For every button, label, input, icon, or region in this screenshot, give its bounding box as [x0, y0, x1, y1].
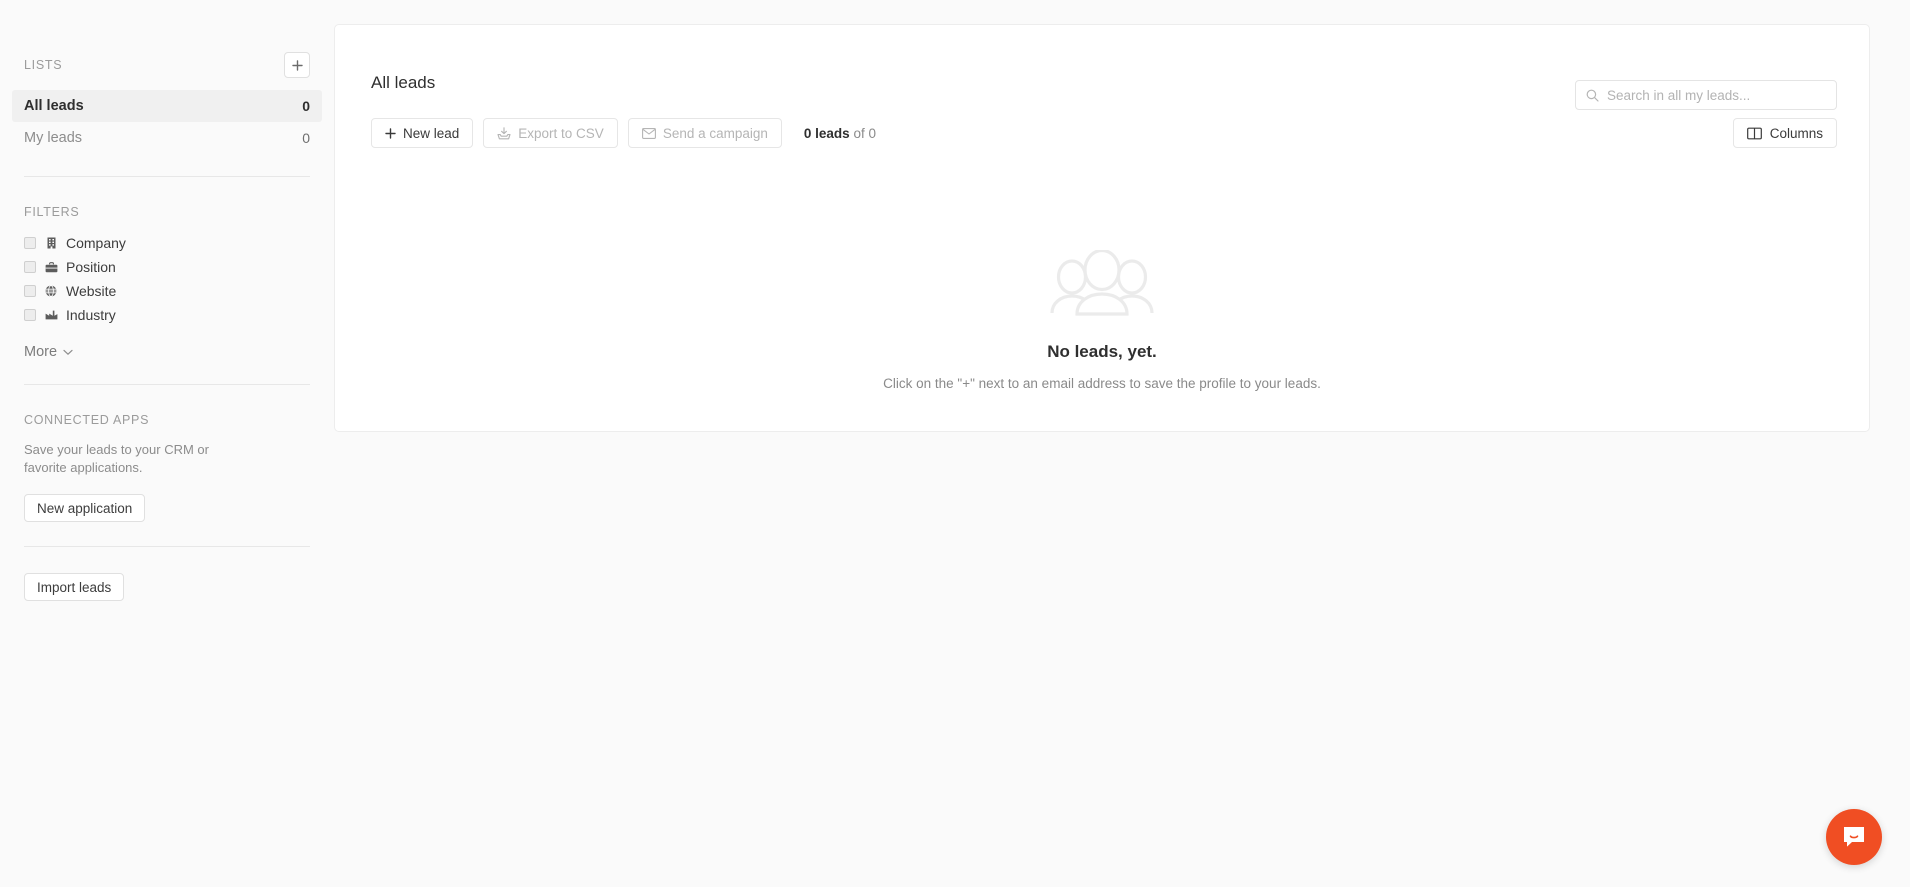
plus-icon [385, 127, 396, 139]
filter-company-label: Company [66, 235, 126, 251]
chevron-down-icon [63, 349, 73, 355]
sidebar-divider-apps [24, 546, 310, 548]
building-icon [44, 236, 58, 250]
people-group-icon [335, 250, 1869, 316]
factory-icon [44, 308, 58, 322]
columns-icon [1746, 127, 1762, 139]
leads-count-value: 0 leads [803, 125, 850, 141]
export-icon [497, 126, 511, 139]
empty-state-title: No leads, yet. [1047, 342, 1157, 361]
lists-title: LISTS [24, 58, 63, 72]
connected-apps-title: CONNECTED APPS [24, 413, 150, 427]
main-content: All leads New lead [334, 0, 1910, 887]
plus-icon [291, 59, 303, 71]
filter-company[interactable]: Company [24, 231, 310, 255]
more-filters-label: More [24, 344, 58, 360]
search-box[interactable] [1575, 80, 1837, 110]
filter-industry-checkbox[interactable] [24, 309, 36, 321]
more-filters-toggle[interactable]: More [24, 344, 310, 360]
sidebar: LISTS All leads 0 My leads 0 FILTERS Com… [0, 0, 334, 887]
new-lead-label: New lead [403, 125, 460, 141]
export-csv-label: Export to CSV [518, 125, 604, 141]
new-lead-button[interactable]: New lead [371, 118, 474, 148]
sidebar-item-count: 0 [302, 98, 310, 114]
columns-label: Columns [1769, 125, 1823, 141]
filter-website-checkbox[interactable] [24, 285, 36, 297]
leads-card: All leads New lead [334, 24, 1870, 432]
envelope-icon [641, 127, 656, 139]
leads-count-total: of 0 [853, 125, 876, 141]
filter-industry[interactable]: Industry [24, 303, 310, 327]
add-list-button[interactable] [284, 52, 310, 78]
empty-state-subtitle: Click on the "+" next to an email addres… [883, 376, 1321, 391]
leads-toolbar: New lead Export to CSV Send a campaign 0… [367, 118, 1837, 148]
send-campaign-button[interactable]: Send a campaign [627, 118, 782, 148]
filter-position-checkbox[interactable] [24, 261, 36, 273]
lists-section-header: LISTS [24, 0, 310, 90]
chat-launcher-button[interactable] [1826, 809, 1882, 865]
columns-button[interactable]: Columns [1732, 118, 1837, 148]
filter-position[interactable]: Position [24, 255, 310, 279]
briefcase-icon [44, 260, 58, 274]
sidebar-item-count: 0 [302, 130, 310, 146]
sidebar-item-all-leads[interactable]: All leads 0 [12, 90, 322, 122]
export-csv-button[interactable]: Export to CSV [483, 118, 618, 148]
search-input[interactable] [1607, 87, 1826, 103]
filter-website-label: Website [66, 283, 117, 299]
connected-apps-description: Save your leads to your CRM or favorite … [24, 442, 209, 476]
connected-apps-header: CONNECTED APPS [24, 385, 310, 429]
filter-industry-label: Industry [66, 307, 116, 323]
globe-icon [44, 284, 58, 298]
sidebar-item-my-leads[interactable]: My leads 0 [12, 122, 322, 154]
filter-company-checkbox[interactable] [24, 237, 36, 249]
import-leads-button[interactable]: Import leads [24, 573, 125, 602]
chat-bubble-icon [1844, 827, 1864, 847]
filters-title: FILTERS [24, 205, 80, 219]
empty-state: No leads, yet. Click on the "+" next to … [335, 250, 1869, 391]
filter-website[interactable]: Website [24, 279, 310, 303]
filters-section-header: FILTERS [24, 177, 310, 231]
leads-count: 0 leads of 0 [804, 126, 876, 141]
sidebar-item-label: My leads [24, 130, 83, 146]
filter-position-label: Position [66, 259, 116, 275]
search-icon [1586, 89, 1599, 102]
leads-app: LISTS All leads 0 My leads 0 FILTERS Com… [0, 0, 1910, 887]
new-application-button[interactable]: New application [24, 494, 146, 523]
send-campaign-label: Send a campaign [662, 125, 768, 141]
sidebar-item-label: All leads [24, 98, 84, 114]
